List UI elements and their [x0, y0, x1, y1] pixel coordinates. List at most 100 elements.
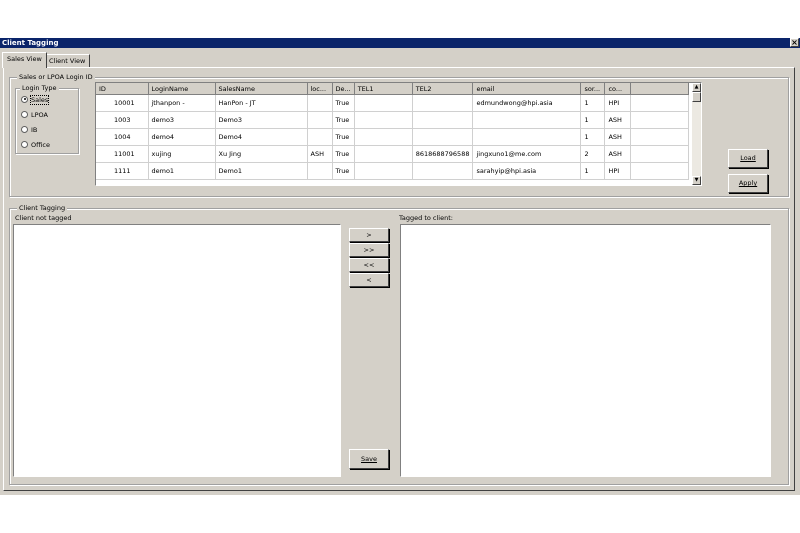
add-selected-button[interactable]: > [349, 228, 389, 242]
table-cell: HPI [604, 162, 632, 180]
client-not-tagged-list[interactable] [13, 224, 341, 477]
table-cell: 10001 [96, 94, 149, 112]
column-header-loc[interactable]: loc... [307, 83, 333, 95]
tab-sales-view[interactable]: Sales View [2, 52, 47, 68]
table-cell [412, 111, 474, 129]
table-cell: 1 [580, 94, 606, 112]
column-header-salesname[interactable]: SalesName [215, 83, 308, 95]
table-cell: HPI [604, 94, 632, 112]
table-row[interactable]: 11001 xujing Xu Jing ASH True 8618688796588 ji… [96, 145, 690, 163]
grid-body: 10001 jthanpon - HanPon - JT True edmundwong… [96, 94, 690, 180]
table-cell: HanPon - JT [215, 94, 308, 112]
login-id-table: ID LoginName SalesName loc... De... TEL1… [96, 83, 690, 180]
table-row[interactable]: 10001 jthanpon - HanPon - JT True edmundwong… [96, 94, 690, 112]
table-cell [307, 128, 333, 146]
column-header-tel1[interactable]: TEL1 [354, 83, 413, 95]
table-cell: 1003 [96, 111, 149, 129]
table-cell: ASH [604, 111, 632, 129]
radio-checked-icon [21, 95, 28, 103]
table-row[interactable]: 1111 demo1 Demo1 True sarahyip@hpi.asia 1 HPI [96, 162, 690, 180]
tagged-to-client-label: Tagged to client: [399, 214, 453, 222]
table-cell-filler [630, 94, 690, 112]
scroll-thumb[interactable] [692, 92, 701, 102]
table-cell: 1111 [96, 162, 149, 180]
title-bar: Client Tagging × [0, 38, 800, 48]
login-type-legend: Login Type [20, 84, 59, 92]
radio-unchecked-icon [21, 110, 28, 118]
table-cell: 1 [580, 162, 606, 180]
radio-ib-label: IB [31, 126, 38, 134]
table-cell: sarahyip@hpi.asia [472, 162, 582, 180]
table-cell: True [332, 128, 355, 146]
table-cell-filler [630, 128, 690, 146]
load-button[interactable]: Load [728, 149, 768, 168]
table-cell [354, 162, 413, 180]
table-cell: 1004 [96, 128, 149, 146]
table-cell [412, 128, 474, 146]
radio-unchecked-icon [21, 140, 28, 148]
apply-button[interactable]: Apply [728, 174, 768, 193]
scroll-up-icon[interactable]: ▲ [692, 83, 701, 92]
radio-office[interactable]: Office [21, 140, 50, 150]
table-cell [307, 162, 333, 180]
load-button-label: Load [740, 154, 756, 162]
remove-all-button[interactable]: << [349, 258, 389, 272]
table-cell [412, 162, 474, 180]
table-row[interactable]: 1003 demo3 Demo3 True 1 ASH [96, 111, 690, 129]
grid-header-row: ID LoginName SalesName loc... De... TEL1… [96, 83, 690, 95]
close-icon[interactable]: × [790, 38, 799, 47]
radio-lpoa[interactable]: LPOA [21, 110, 48, 120]
table-cell: Demo1 [215, 162, 308, 180]
radio-ib[interactable]: IB [21, 125, 38, 135]
save-button-label: Save [361, 455, 377, 463]
table-cell: Xu Jing [215, 145, 308, 163]
radio-unchecked-icon [21, 125, 28, 133]
table-cell [307, 94, 333, 112]
login-id-grid[interactable]: ID LoginName SalesName loc... De... TEL1… [95, 82, 702, 186]
sales-login-group-legend: Sales or LPOA Login ID [17, 73, 95, 81]
tab-client-view[interactable]: Client View [44, 54, 91, 67]
table-cell: demo1 [148, 162, 216, 180]
table-cell: demo3 [148, 111, 216, 129]
apply-button-label: Apply [738, 179, 758, 187]
table-cell: True [332, 162, 355, 180]
table-cell: 1 [580, 128, 606, 146]
column-header-de[interactable]: De... [332, 83, 355, 95]
table-cell: ASH [604, 145, 632, 163]
table-cell [354, 128, 413, 146]
grid-vertical-scrollbar[interactable]: ▲ ▼ [692, 83, 701, 185]
add-all-button[interactable]: >> [349, 243, 389, 257]
radio-sales-label: Sales [29, 95, 50, 105]
column-header-tel2[interactable]: TEL2 [412, 83, 474, 95]
table-cell: jingxuno1@me.com [472, 145, 582, 163]
table-cell [354, 94, 413, 112]
column-header-id[interactable]: ID [96, 83, 149, 95]
table-cell [472, 128, 582, 146]
table-cell [354, 145, 413, 163]
column-header-loginname[interactable]: LoginName [148, 83, 216, 95]
column-header-email[interactable]: email [472, 83, 582, 95]
scroll-down-icon[interactable]: ▼ [692, 176, 701, 185]
table-cell: 2 [580, 145, 606, 163]
column-header-sor[interactable]: sor... [580, 83, 606, 95]
table-cell-filler [630, 145, 690, 163]
table-cell: True [332, 111, 355, 129]
table-cell: 8618688796588 [412, 145, 474, 163]
table-cell: ASH [307, 145, 333, 163]
radio-office-label: Office [31, 141, 50, 149]
table-cell: True [332, 94, 355, 112]
column-header-co[interactable]: co... [604, 83, 632, 95]
tagged-to-client-list[interactable] [400, 224, 771, 477]
table-cell-filler [630, 162, 690, 180]
table-cell [412, 94, 474, 112]
table-row[interactable]: 1004 demo4 Demo4 True 1 ASH [96, 128, 690, 146]
window-title: Client Tagging [2, 39, 59, 47]
radio-sales[interactable]: Sales [21, 95, 50, 105]
table-cell [307, 111, 333, 129]
table-cell: 11001 [96, 145, 149, 163]
table-cell [354, 111, 413, 129]
table-cell: Demo4 [215, 128, 308, 146]
remove-selected-button[interactable]: < [349, 273, 389, 287]
save-button[interactable]: Save [349, 449, 389, 469]
table-cell: 1 [580, 111, 606, 129]
